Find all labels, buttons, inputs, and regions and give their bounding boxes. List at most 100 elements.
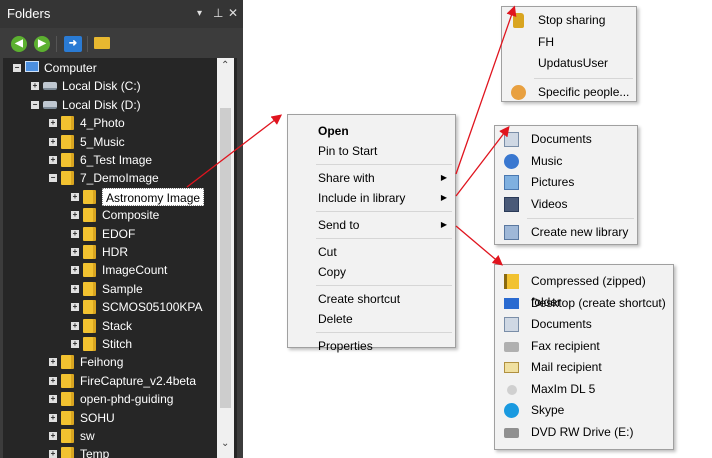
submenu-item[interactable]: Pictures (495, 172, 637, 193)
back-arrow-icon[interactable]: ◀ (11, 36, 27, 52)
expand-icon[interactable]: + (49, 119, 57, 128)
expand-icon[interactable]: + (71, 192, 79, 201)
collapse-icon[interactable]: − (13, 64, 21, 72)
expand-icon[interactable]: + (71, 229, 79, 238)
tree-item-label: Stitch (102, 337, 133, 351)
submenu-item[interactable]: Fax recipient (495, 336, 673, 357)
context-menu-item[interactable]: Share with ▶ (288, 168, 455, 188)
submenu-item[interactable]: Mail recipient (495, 357, 673, 378)
tree-item[interactable]: + HDR (3, 243, 217, 261)
expand-icon[interactable]: + (71, 321, 79, 330)
tree-scrollbar[interactable]: ⌃ ⌄ (217, 58, 234, 458)
scroll-up-icon[interactable]: ⌃ (221, 60, 229, 71)
submenu-item[interactable]: FH (502, 32, 636, 53)
tree-item[interactable]: +5_Music (3, 133, 217, 151)
tree-item[interactable]: +4_Photo (3, 114, 217, 132)
folder-icon (61, 373, 71, 388)
drive-icon (43, 82, 57, 91)
submenu-item[interactable]: Desktop (create shortcut) (495, 293, 673, 314)
tree-item[interactable]: + Local Disk (C:) (3, 77, 217, 95)
tree-item[interactable]: + Stitch (3, 335, 217, 353)
collapse-icon[interactable]: − (31, 100, 39, 109)
expand-icon[interactable]: + (71, 340, 79, 348)
submenu-item-label: FH (538, 34, 554, 49)
context-menu: Open Pin to Start Share with ▶ Include in li… (287, 114, 456, 353)
context-menu-item[interactable]: Send to ▶ (288, 215, 455, 235)
tree-item-label: 5_Music (80, 134, 125, 149)
toolbar-divider (87, 36, 88, 52)
folder-tree[interactable]: − Computer + Local Disk (C:) − Local Disk (D:… (3, 58, 237, 458)
tree-item[interactable]: + open-phd-guiding (3, 390, 217, 408)
scrollbar-thumb[interactable] (220, 108, 231, 408)
tree-item[interactable]: + EDOF (3, 225, 217, 243)
folder-icon (61, 355, 71, 370)
submenu-item[interactable]: Create new library (495, 222, 637, 243)
sync-icon[interactable]: ➜ (64, 36, 82, 52)
context-menu-item[interactable]: Pin to Start (288, 141, 455, 161)
documents-icon (504, 317, 519, 332)
expand-icon[interactable]: + (49, 358, 57, 367)
tree-item[interactable]: +6_Test Image (3, 151, 217, 169)
tree-item-label: FireCapture_v2.4beta (80, 373, 197, 388)
submenu-item[interactable]: Compressed (zipped) folder (495, 271, 673, 309)
tree-item[interactable]: + FireCapture_v2.4beta (3, 372, 217, 390)
submenu-item[interactable]: Music (495, 151, 637, 172)
submenu-item[interactable]: Documents (495, 129, 637, 150)
tree-item[interactable]: + Sample (3, 280, 217, 298)
submenu-item[interactable]: Documents (495, 314, 673, 335)
collapse-icon[interactable]: − (49, 174, 57, 183)
expand-icon[interactable]: + (49, 137, 57, 146)
menu-item-label: Cut (318, 245, 337, 259)
tree-item[interactable]: − Local Disk (D:) (3, 96, 217, 114)
scroll-down-icon[interactable]: ⌄ (221, 438, 229, 449)
expand-icon[interactable]: + (49, 413, 57, 422)
tree-item[interactable]: + SCMOS05100KPA (3, 298, 217, 316)
expand-icon[interactable]: + (71, 211, 79, 220)
panel-pin-icon[interactable]: ⊥ (213, 6, 223, 20)
expand-icon[interactable]: + (49, 395, 57, 404)
context-menu-item[interactable]: Open (288, 121, 455, 141)
panel-close-icon[interactable]: ✕ (228, 6, 238, 20)
submenu-item[interactable]: Stop sharing (502, 10, 636, 31)
expand-icon[interactable]: + (71, 303, 79, 312)
expand-icon[interactable]: + (49, 432, 57, 440)
menu-separator (316, 164, 452, 165)
context-menu-item[interactable]: Include in library ▶ (288, 188, 455, 208)
tree-item[interactable]: + Composite (3, 206, 217, 224)
tree-item[interactable]: + Astronomy Image (3, 187, 217, 206)
expand-icon[interactable]: + (71, 284, 79, 293)
submenu-item[interactable]: UpdatusUser (502, 53, 636, 74)
expand-icon[interactable]: + (71, 266, 79, 275)
tree-item[interactable]: + Stack (3, 317, 217, 335)
folder-icon (61, 153, 71, 167)
submenu-item-label: Videos (531, 196, 568, 211)
submenu-item[interactable]: Videos (495, 194, 637, 215)
tree-item[interactable]: − Computer (3, 59, 217, 77)
context-menu-item[interactable]: Cut (288, 242, 455, 262)
tree-item[interactable]: + Feihong (3, 353, 217, 371)
menu-item-label: Delete (318, 312, 353, 326)
context-menu-item[interactable]: Delete (288, 309, 455, 329)
expand-icon[interactable]: + (31, 82, 39, 91)
folders-panel-header: Folders ▾ ⊥ ✕ (0, 0, 243, 28)
context-menu-item[interactable]: Create shortcut (288, 289, 455, 309)
folder-open-icon[interactable] (94, 37, 110, 49)
panel-dropdown-icon[interactable]: ▾ (197, 8, 202, 19)
expand-icon[interactable]: + (49, 376, 57, 385)
forward-arrow-icon[interactable]: ▶ (34, 36, 50, 52)
expand-icon[interactable]: + (49, 450, 57, 458)
context-menu-item[interactable]: Properties (288, 336, 455, 356)
expand-icon[interactable]: + (49, 156, 57, 164)
tree-item[interactable]: + SOHU (3, 409, 217, 427)
tree-item-label: SOHU (80, 410, 115, 425)
tree-item[interactable]: + sw (3, 427, 217, 445)
submenu-item[interactable]: Specific people... (502, 82, 636, 103)
tree-item[interactable]: − 7_DemoImage (3, 169, 217, 187)
submenu-item[interactable]: MaxIm DL 5 (495, 379, 673, 400)
tree-item[interactable]: + ImageCount (3, 261, 217, 279)
submenu-item[interactable]: DVD RW Drive (E:) (495, 422, 673, 443)
expand-icon[interactable]: + (71, 248, 79, 256)
context-menu-item[interactable]: Copy (288, 262, 455, 282)
submenu-item[interactable]: Skype (495, 400, 673, 421)
tree-item[interactable]: + Temp (3, 445, 217, 458)
